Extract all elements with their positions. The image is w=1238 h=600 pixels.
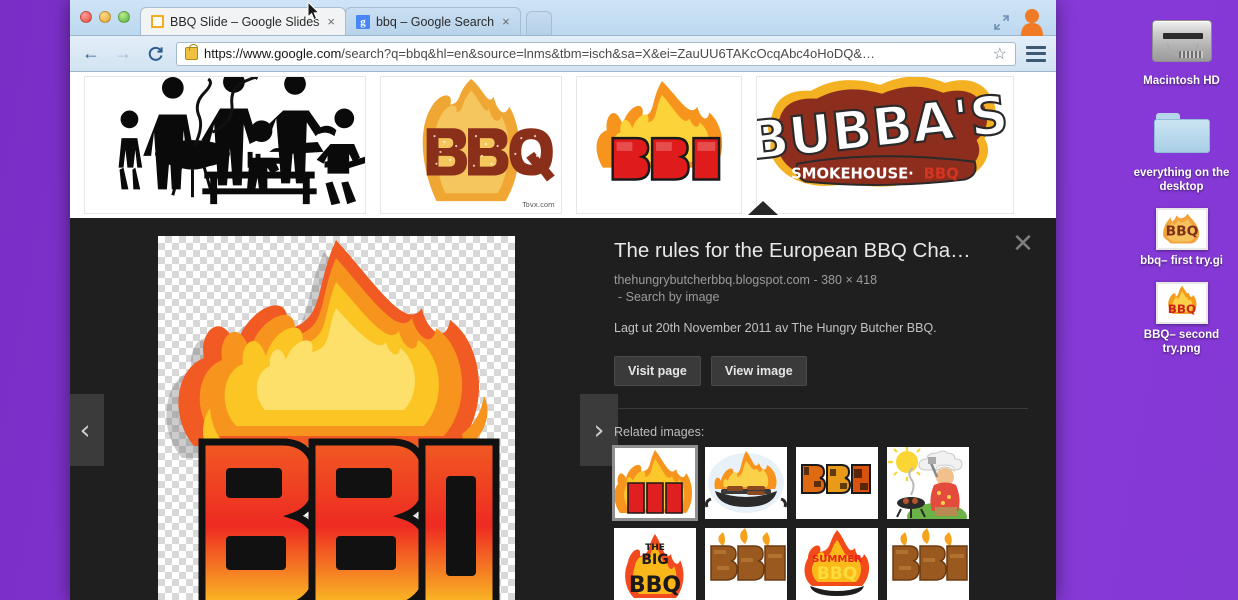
desktop-icon-bbq-first-try[interactable]: BBQ bbq– first try.gi	[1125, 208, 1238, 268]
bbq-brown-thumbnail-icon: BBQ	[1155, 208, 1208, 250]
browser-window: BBQ Slide – Google Slides × g bbq – Goog…	[70, 0, 1056, 600]
desktop-icon-label: bbq– first try.gi	[1140, 255, 1223, 267]
star-icon[interactable]: ☆	[993, 44, 1007, 64]
previous-image-button[interactable]: ‹	[70, 394, 104, 466]
image-dimensions: 380 × 418	[821, 273, 878, 287]
lightbox-source-meta: thehungrybutcherbbq.blogspot.com - 380 ×…	[614, 272, 1028, 289]
tab-title: BBQ Slide – Google Slides	[170, 14, 320, 29]
result-bubbas-smokehouse[interactable]: BUBBA'S SMOKEHOUSE· BBQ	[756, 76, 1014, 214]
fullscreen-icon[interactable]	[993, 14, 1010, 31]
image-results-strip: Tovx.com BUBBA'S SMOKEHOUSE· BBQ	[70, 72, 1056, 215]
back-button[interactable]: ←	[80, 43, 102, 65]
desktop-icon-label: Macintosh HD	[1143, 75, 1220, 87]
tab-bbq-google-search[interactable]: g bbq – Google Search ×	[344, 7, 521, 35]
selected-result-caret	[748, 201, 778, 215]
related-bbq-wood-2[interactable]	[887, 528, 969, 600]
tab-close-icon[interactable]: ×	[500, 14, 512, 29]
window-traffic-lights	[80, 11, 130, 23]
result-bbq-speckled[interactable]: Tovx.com	[380, 76, 562, 214]
divider	[614, 408, 1028, 409]
desktop-icon-everything-on-the-desktop[interactable]: everything on the desktop	[1125, 104, 1238, 194]
forward-button[interactable]: →	[112, 43, 134, 65]
desktop-icon-macintosh-hd[interactable]: Macintosh HD	[1125, 12, 1238, 88]
related-bbq-charred-text[interactable]	[796, 447, 878, 519]
related-bbq-wood-1[interactable]	[705, 528, 787, 600]
lightbox-description: Lagt ut 20th November 2011 av The Hungry…	[614, 321, 937, 335]
tab-close-icon[interactable]: ×	[325, 14, 337, 29]
svg-text:BIG: BIG	[641, 552, 668, 568]
hamburger-menu-icon[interactable]	[1026, 45, 1046, 62]
related-images-label: Related images:	[614, 425, 705, 439]
related-chef-cartoon[interactable]	[887, 447, 969, 519]
svg-text:BBQ: BBQ	[1165, 223, 1198, 239]
image-lightbox-panel: ‹ › ✕ The rules for the European BBQ Cha…	[70, 218, 1056, 600]
reload-icon	[148, 46, 163, 61]
search-by-image-link[interactable]: - Search by image	[614, 289, 1028, 306]
related-images-grid: THE BIG BBQ SUMMER BBQ	[612, 445, 1028, 600]
result-bbq-flame[interactable]	[576, 76, 742, 214]
reload-button[interactable]	[144, 43, 166, 65]
desktop-icon-bbq-second-try[interactable]: BBQ BBQ– second try.png	[1125, 282, 1238, 356]
close-icon[interactable]: ✕	[1010, 231, 1036, 258]
tab-title: bbq – Google Search	[375, 14, 495, 29]
window-controls	[993, 8, 1044, 36]
window-maximize-button[interactable]	[118, 11, 130, 23]
lightbox-detail-pane: ✕ The rules for the European BBQ Cha… th…	[602, 218, 1056, 600]
result-bbq-silhouette[interactable]	[84, 76, 366, 214]
address-bar[interactable]: https://www.google.com/search?q=bbq&hl=e…	[176, 41, 1016, 66]
related-the-big-bbq[interactable]: THE BIG BBQ	[614, 528, 696, 600]
url-text: https://www.google.com/search?q=bbq&hl=e…	[204, 46, 987, 61]
result-watermark: Tovx.com	[522, 201, 556, 209]
result-caption: SMOKEHOUSE·	[791, 166, 914, 183]
lightbox-actions: Visit page View image	[614, 356, 1028, 386]
svg-text:BBQ: BBQ	[924, 166, 959, 183]
source-domain[interactable]: thehungrybutcherbbq.blogspot.com	[614, 273, 810, 287]
desktop-icon-label: everything on the desktop	[1133, 167, 1230, 193]
url-scheme: https://www.google.com	[204, 46, 342, 61]
related-grill-flame[interactable]	[705, 447, 787, 519]
desktop-icon-column: Macintosh HD everything on the desktop B…	[1125, 0, 1238, 600]
google-favicon-icon: g	[355, 14, 370, 29]
profile-avatar-icon[interactable]	[1020, 8, 1044, 36]
new-tab-button[interactable]	[525, 11, 552, 35]
svg-text:BBQ: BBQ	[629, 573, 681, 598]
lightbox-image-area: ‹ ›	[70, 218, 618, 600]
window-close-button[interactable]	[80, 11, 92, 23]
window-minimize-button[interactable]	[99, 11, 111, 23]
folder-icon	[1150, 104, 1214, 162]
related-bbq-flame-letters[interactable]	[612, 445, 698, 521]
desktop-icon-label: BBQ– second try.png	[1143, 329, 1220, 355]
view-image-button[interactable]: View image	[710, 356, 807, 386]
lightbox-title[interactable]: The rules for the European BBQ Cha…	[614, 238, 1006, 264]
harddrive-icon	[1150, 12, 1214, 70]
slides-favicon-icon	[151, 15, 164, 28]
mouse-cursor	[307, 1, 320, 21]
main-preview-image[interactable]	[157, 236, 515, 600]
visit-page-button[interactable]: Visit page	[614, 356, 701, 386]
tab-strip: BBQ Slide – Google Slides × g bbq – Goog…	[70, 0, 1056, 36]
related-summer-bbq[interactable]: SUMMER BBQ	[796, 528, 878, 600]
lock-icon	[185, 44, 198, 60]
bbq-flame-thumbnail-icon: BBQ	[1155, 282, 1208, 324]
page-viewport: Tovx.com BUBBA'S SMOKEHOUSE· BBQ ‹ › ✕ T…	[70, 72, 1056, 600]
svg-text:BBQ: BBQ	[1167, 302, 1195, 316]
browser-toolbar: ← → https://www.google.com/search?q=bbq&…	[70, 36, 1056, 72]
url-path: /search?q=bbq&hl=en&source=lnms&tbm=isch…	[341, 46, 876, 61]
meta-separator: -	[813, 273, 818, 287]
svg-text:BBQ: BBQ	[817, 564, 857, 584]
